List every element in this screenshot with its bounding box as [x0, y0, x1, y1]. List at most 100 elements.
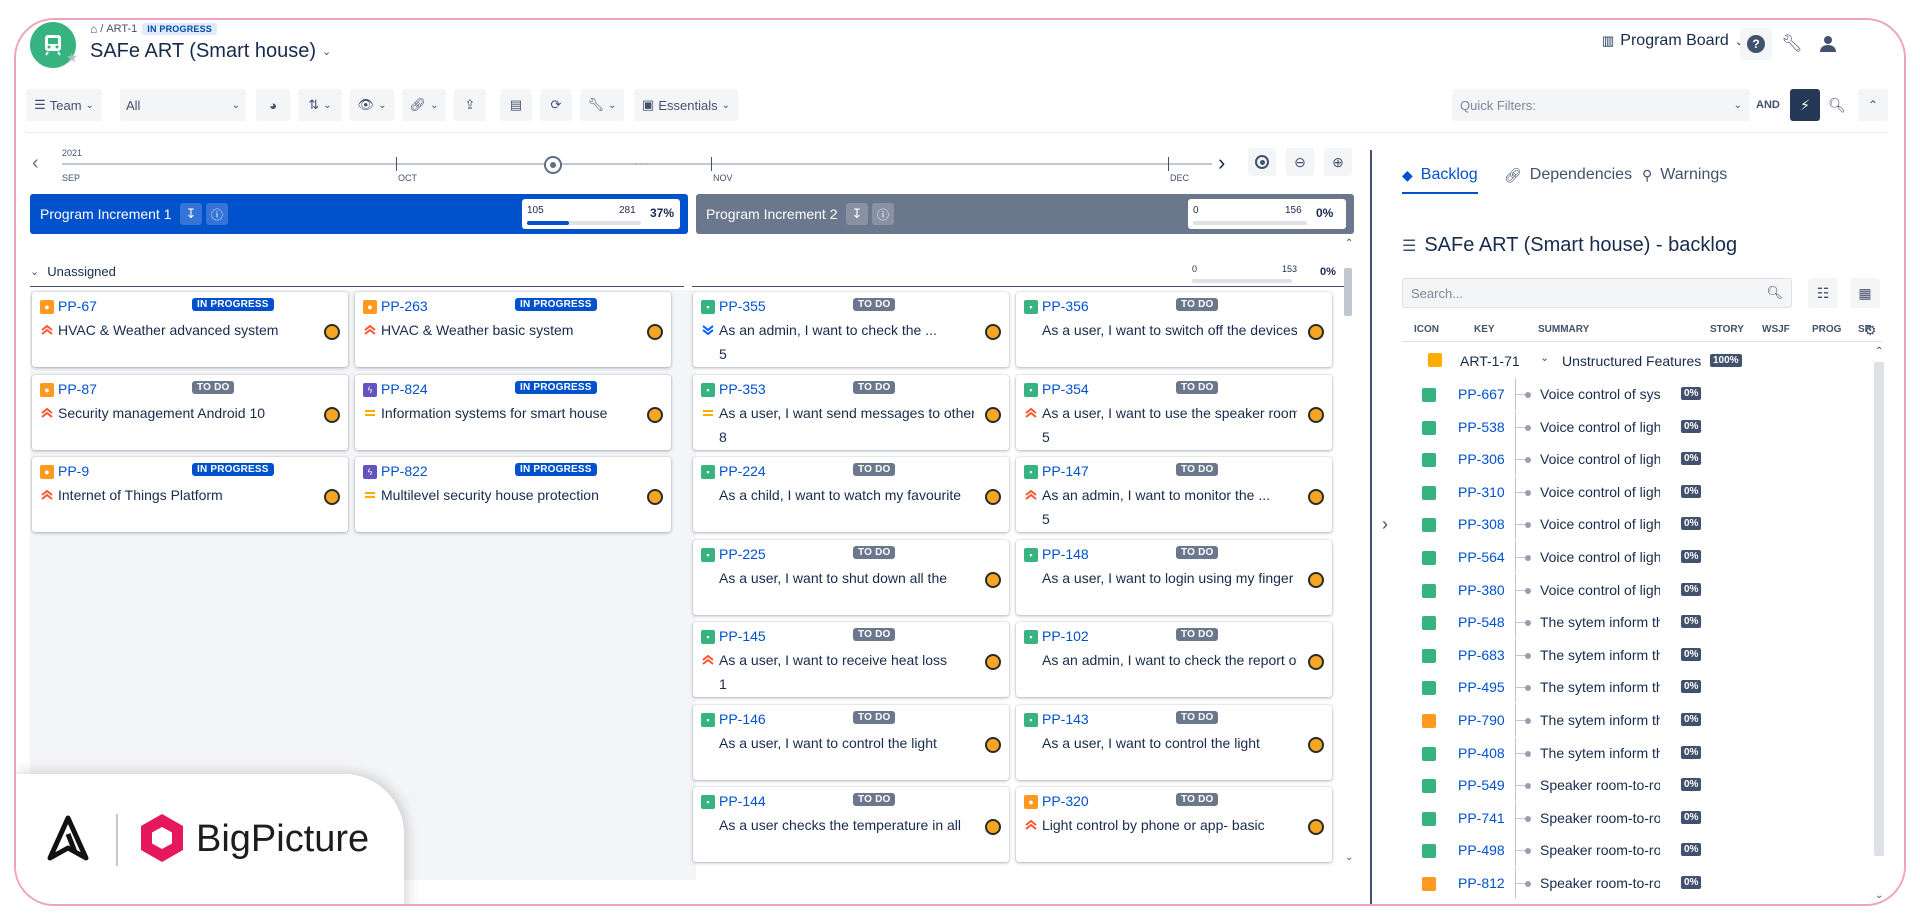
card-key[interactable]: PP-824 — [381, 381, 428, 397]
card-key[interactable]: PP-148 — [1042, 546, 1089, 562]
card-key[interactable]: PP-87 — [58, 381, 97, 397]
issue-card[interactable]: ● PP-320 TO DO Light control by phone or ap… — [1016, 787, 1332, 862]
backlog-row[interactable]: PP-683 The sytem inform th 0% — [1402, 638, 1872, 671]
avatar[interactable] — [1308, 737, 1324, 753]
card-key[interactable]: PP-263 — [381, 298, 428, 314]
breadcrumb-key[interactable]: ART-1 — [106, 23, 137, 35]
backlog-row[interactable]: PP-306 Voice control of ligh 0% — [1402, 443, 1872, 476]
card-key[interactable]: PP-143 — [1042, 711, 1089, 727]
avatar[interactable] — [1308, 572, 1324, 588]
row-key[interactable]: PP-310 — [1458, 484, 1505, 500]
board-selector[interactable]: ▥ Program Board ⌄ — [1602, 32, 1744, 50]
avatar[interactable] — [985, 572, 1001, 588]
calendar-button[interactable]: ▦ — [1850, 278, 1880, 308]
card-key[interactable]: PP-224 — [719, 463, 766, 479]
page-title-wrap[interactable]: SAFe ART (Smart house) ⌄ — [90, 40, 331, 63]
issue-card[interactable]: ▪ PP-146 TO DO As a user, I want to control… — [693, 705, 1009, 780]
avatar[interactable] — [1308, 324, 1324, 340]
tools-button[interactable]: 🔧︎ ⌄ — [580, 89, 624, 121]
row-key[interactable]: PP-408 — [1458, 745, 1505, 761]
backlog-row[interactable]: PP-667 Voice control of sys 0% — [1402, 378, 1872, 410]
timeline-today-marker[interactable] — [544, 156, 562, 174]
panel-expand-arrow[interactable]: › — [1382, 514, 1388, 535]
avatar[interactable] — [324, 407, 340, 423]
card-key[interactable]: PP-354 — [1042, 381, 1089, 397]
and-toggle[interactable]: AND — [1756, 99, 1780, 111]
settings-button[interactable]: 🔧︎ — [1776, 28, 1808, 60]
sort-button[interactable]: ⇅ ⌄ — [298, 89, 342, 121]
issue-card[interactable]: ▪ PP-148 TO DO As a user, I want to login u… — [1016, 540, 1332, 615]
avatar[interactable] — [985, 737, 1001, 753]
scrollbar-thumb[interactable] — [1344, 268, 1352, 316]
sort-icon[interactable]: ↧ — [180, 203, 202, 225]
view-button[interactable]: 👁︎ ⌄ — [350, 89, 394, 121]
card-key[interactable]: PP-147 — [1042, 463, 1089, 479]
row-key[interactable]: PP-538 — [1458, 419, 1505, 435]
avatar[interactable] — [324, 489, 340, 505]
row-key[interactable]: PP-667 — [1458, 386, 1505, 402]
issue-card[interactable]: ▪ PP-145 TO DO As a user, I want to receive… — [693, 622, 1009, 697]
timeline-prev[interactable]: ‹ — [32, 152, 39, 175]
info-icon[interactable]: ⓘ — [872, 203, 894, 225]
backlog-search[interactable]: Search... 🔍︎ — [1402, 278, 1792, 308]
row-key[interactable]: PP-498 — [1458, 842, 1505, 858]
issue-card[interactable]: ▪ PP-147 TO DO As an admin, I want to monit… — [1016, 457, 1332, 532]
card-key[interactable]: PP-356 — [1042, 298, 1089, 314]
list-view-button[interactable]: ☷ — [1808, 278, 1838, 308]
card-key[interactable]: PP-9 — [58, 463, 89, 479]
tab-dependencies[interactable]: 🔗︎ Dependencies — [1504, 166, 1632, 184]
backlog-row[interactable]: PP-380 Voice control of ligh 0% — [1402, 573, 1872, 606]
row-key[interactable]: PP-564 — [1458, 549, 1505, 565]
backlog-row[interactable]: PP-495 The sytem inform th 0% — [1402, 671, 1872, 704]
timeline-next[interactable]: › — [1218, 150, 1225, 176]
backlog-row[interactable]: PP-790 The sytem inform th 0% — [1402, 704, 1872, 736]
avatar[interactable] — [1308, 489, 1324, 505]
backlog-row[interactable]: PP-564 Voice control of ligh 0% — [1402, 541, 1872, 573]
issue-card[interactable]: ▪ PP-355 TO DO As an admin, I want to check… — [693, 292, 1009, 367]
avatar[interactable] — [647, 489, 663, 505]
star-icon[interactable]: ★ — [66, 50, 78, 66]
increment-header-1[interactable]: Program Increment 1 ↧ ⓘ 105 281 37% — [30, 194, 688, 234]
card-key[interactable]: PP-144 — [719, 793, 766, 809]
backlog-row[interactable]: PP-310 Voice control of ligh 0% — [1402, 475, 1872, 508]
tab-warnings[interactable]: ⚲ Warnings — [1642, 166, 1727, 184]
card-key[interactable]: PP-67 — [58, 298, 97, 314]
row-key[interactable]: PP-683 — [1458, 647, 1505, 663]
issue-card[interactable]: ▪ PP-224 TO DO As a child, I want to watch … — [693, 457, 1009, 532]
board-scrollbar[interactable]: ⌃ ⌄ — [1342, 238, 1354, 870]
issue-card[interactable]: ▪ PP-143 TO DO As a user, I want to control… — [1016, 705, 1332, 780]
issue-card[interactable]: ϟ PP-822 IN PROGRESS Multilevel security ho… — [355, 457, 671, 532]
team-dropdown[interactable]: ☰ Team ⌄ — [26, 89, 102, 121]
row-key[interactable]: PP-741 — [1458, 810, 1505, 826]
avatar[interactable] — [647, 407, 663, 423]
comments-button[interactable]: ▤ — [500, 89, 532, 121]
avatar[interactable] — [1308, 407, 1324, 423]
issue-card[interactable]: ▪ PP-102 TO DO As an admin, I want to check… — [1016, 622, 1332, 697]
card-key[interactable]: PP-355 — [719, 298, 766, 314]
card-key[interactable]: PP-822 — [381, 463, 428, 479]
row-key[interactable]: PP-549 — [1458, 777, 1505, 793]
avatar[interactable] — [1308, 654, 1324, 670]
issue-card[interactable]: ▪ PP-354 TO DO As a user, I want to use the… — [1016, 375, 1332, 450]
card-key[interactable]: PP-353 — [719, 381, 766, 397]
zoom-out-button[interactable]: ⊖ — [1286, 148, 1314, 176]
collapse-toolbar-button[interactable]: ⌃ — [1858, 89, 1888, 121]
tab-backlog[interactable]: ◆ Backlog — [1402, 166, 1478, 194]
issue-card[interactable]: ● PP-67 IN PROGRESS HVAC & Weather advanced… — [32, 292, 348, 367]
backlog-row[interactable]: PP-549 Speaker room-to-ro 0% — [1402, 769, 1872, 802]
link-button[interactable]: 🔗︎ ⌄ — [402, 89, 446, 121]
avatar[interactable] — [647, 324, 663, 340]
zoom-in-button[interactable]: ⊕ — [1324, 148, 1352, 176]
avatar[interactable] — [985, 324, 1001, 340]
center-button[interactable] — [1248, 148, 1276, 176]
row-key[interactable]: PP-495 — [1458, 679, 1505, 695]
issue-card[interactable]: ▪ PP-353 TO DO As a user, I want send messa… — [693, 375, 1009, 450]
issue-card[interactable]: ▪ PP-144 TO DO As a user checks the tempera… — [693, 787, 1009, 862]
row-key[interactable]: PP-790 — [1458, 712, 1505, 728]
avatar[interactable] — [324, 324, 340, 340]
quick-filters-select[interactable]: Quick Filters: ⌄ — [1452, 89, 1750, 121]
filter-search-button[interactable]: 🔍︎ — [1822, 89, 1852, 121]
issue-card[interactable]: ▪ PP-356 TO DO As a user, I want to switch … — [1016, 292, 1332, 367]
home-icon[interactable]: ⌂ — [90, 22, 97, 36]
backlog-row[interactable]: PP-741 Speaker room-to-ro 0% — [1402, 801, 1872, 834]
